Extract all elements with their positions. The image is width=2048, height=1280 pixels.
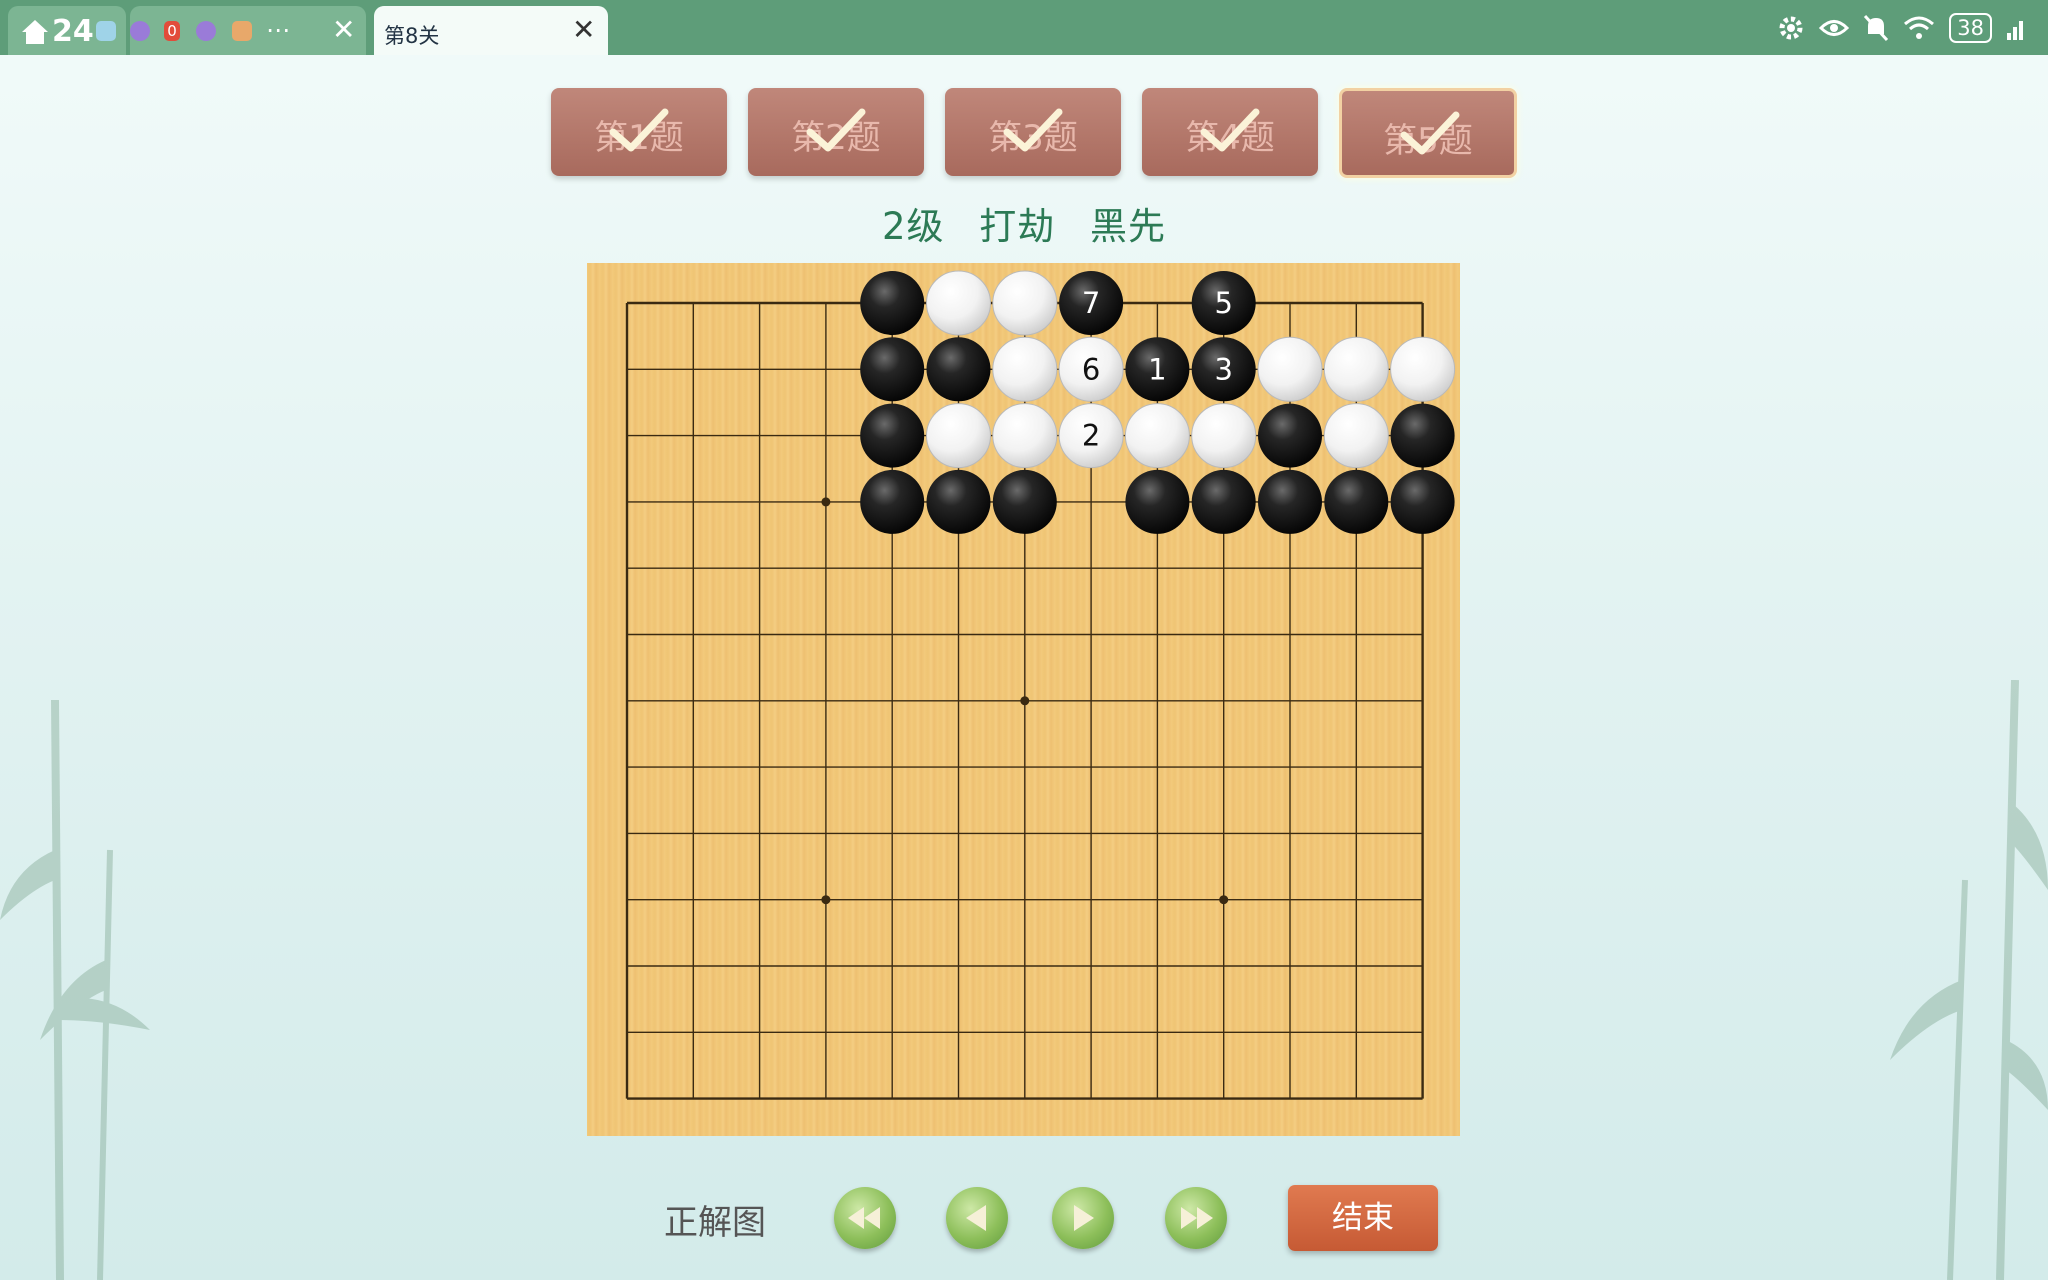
black-stone (860, 271, 925, 335)
question-button-4[interactable]: 第4题 (1142, 88, 1318, 176)
black-stone (926, 469, 991, 534)
app-icon-photo (232, 21, 252, 41)
black-stone (860, 403, 925, 468)
star-point (1219, 895, 1229, 905)
white-stone (926, 403, 991, 469)
last-move-button[interactable] (1165, 1187, 1227, 1249)
status-bar: 38 (1777, 10, 2028, 46)
check-icon (1200, 108, 1260, 152)
bamboo-decoration-right (1890, 680, 2048, 1280)
white-stone (992, 270, 1058, 336)
white-stone (992, 403, 1058, 469)
black-stone (1191, 469, 1256, 534)
check-icon (1400, 111, 1460, 155)
more-icon[interactable]: ⋯ (266, 16, 290, 44)
question-button-2[interactable]: 第2题 (748, 88, 924, 176)
white-stone (1323, 403, 1389, 469)
play-left-icon (966, 1205, 986, 1231)
move-number: 1 (1148, 352, 1166, 386)
tab-title: 第8关 (384, 24, 440, 48)
question-button-3[interactable]: 第3题 (945, 88, 1121, 176)
star-point (821, 497, 831, 507)
gear-icon (1779, 16, 1803, 40)
question-selector: 第1题 第2题 第3题 第4题 第5题 (551, 88, 1517, 178)
tab-home[interactable]: 24 (8, 6, 126, 55)
star-point (821, 895, 831, 905)
black-stone (1125, 469, 1190, 534)
prev-move-button[interactable] (946, 1187, 1008, 1249)
play-right-icon (1074, 1205, 1094, 1231)
go-board[interactable]: 7 5 6 1 3 2 (587, 263, 1460, 1136)
black-stone (1324, 469, 1389, 534)
check-icon (609, 108, 669, 152)
tab-group[interactable]: 0 ⋯ ✕ (130, 6, 366, 55)
white-stone (1390, 336, 1456, 402)
question-button-5[interactable]: 第5题 (1339, 88, 1517, 178)
board-grid: 7 5 6 1 3 2 (625, 270, 1456, 1100)
battery-indicator: 38 (1949, 13, 1992, 43)
move-number: 7 (1082, 286, 1100, 320)
end-button[interactable]: 结束 (1288, 1185, 1438, 1251)
check-icon (806, 108, 866, 152)
black-stone: 5 (1191, 271, 1256, 335)
problem-subtitle: 2级 打劫 黑先 (881, 205, 1167, 248)
signal-icon (2007, 21, 2023, 40)
close-icon[interactable]: ✕ (332, 13, 355, 47)
answer-diagram-label: 正解图 (664, 1203, 766, 1243)
fast-forward-icon (1181, 1207, 1213, 1229)
move-number: 3 (1214, 352, 1232, 386)
check-icon (1003, 108, 1063, 152)
app-icon-purple-2 (196, 21, 216, 41)
notification-badge: 0 (164, 21, 180, 41)
black-stone: 3 (1191, 337, 1256, 402)
close-icon[interactable]: ✕ (572, 13, 595, 47)
white-stone (926, 270, 991, 336)
black-stone (860, 337, 925, 402)
black-stone: 1 (1125, 337, 1190, 402)
black-stone (1258, 403, 1322, 468)
wifi-icon (1904, 16, 1935, 39)
tab-active[interactable]: 第8关 ✕ (374, 6, 608, 55)
black-stone (1390, 469, 1455, 534)
move-number: 2 (1082, 419, 1100, 453)
black-stone (1258, 469, 1322, 534)
app-icon-purple (130, 21, 150, 41)
black-stone (926, 337, 991, 402)
black-stone (860, 469, 925, 534)
next-move-button[interactable] (1052, 1187, 1114, 1249)
question-button-1[interactable]: 第1题 (551, 88, 727, 176)
white-stone (1323, 336, 1389, 402)
black-stone (992, 469, 1057, 534)
white-stone: 6 (1058, 336, 1124, 402)
app-mini-icon (96, 21, 116, 41)
move-number: 5 (1214, 286, 1232, 320)
top-bar: 24 0 ⋯ ✕ 第8关 ✕ 38 (0, 0, 2048, 55)
first-move-button[interactable] (834, 1187, 896, 1249)
white-stone (1257, 336, 1323, 402)
black-stone (1390, 403, 1455, 468)
home-counter: 24 (52, 14, 94, 49)
mute-bell-icon (1864, 14, 1889, 42)
bamboo-decoration-left (0, 700, 150, 1280)
star-point (1020, 696, 1030, 706)
white-stone: 2 (1058, 403, 1124, 469)
white-stone (1191, 403, 1257, 469)
move-number: 6 (1082, 352, 1100, 386)
white-stone (992, 336, 1058, 402)
rewind-icon (848, 1207, 880, 1229)
home-icon (22, 20, 48, 44)
white-stone (1124, 403, 1190, 469)
black-stone: 7 (1059, 271, 1124, 335)
eye-icon (1819, 20, 1850, 36)
